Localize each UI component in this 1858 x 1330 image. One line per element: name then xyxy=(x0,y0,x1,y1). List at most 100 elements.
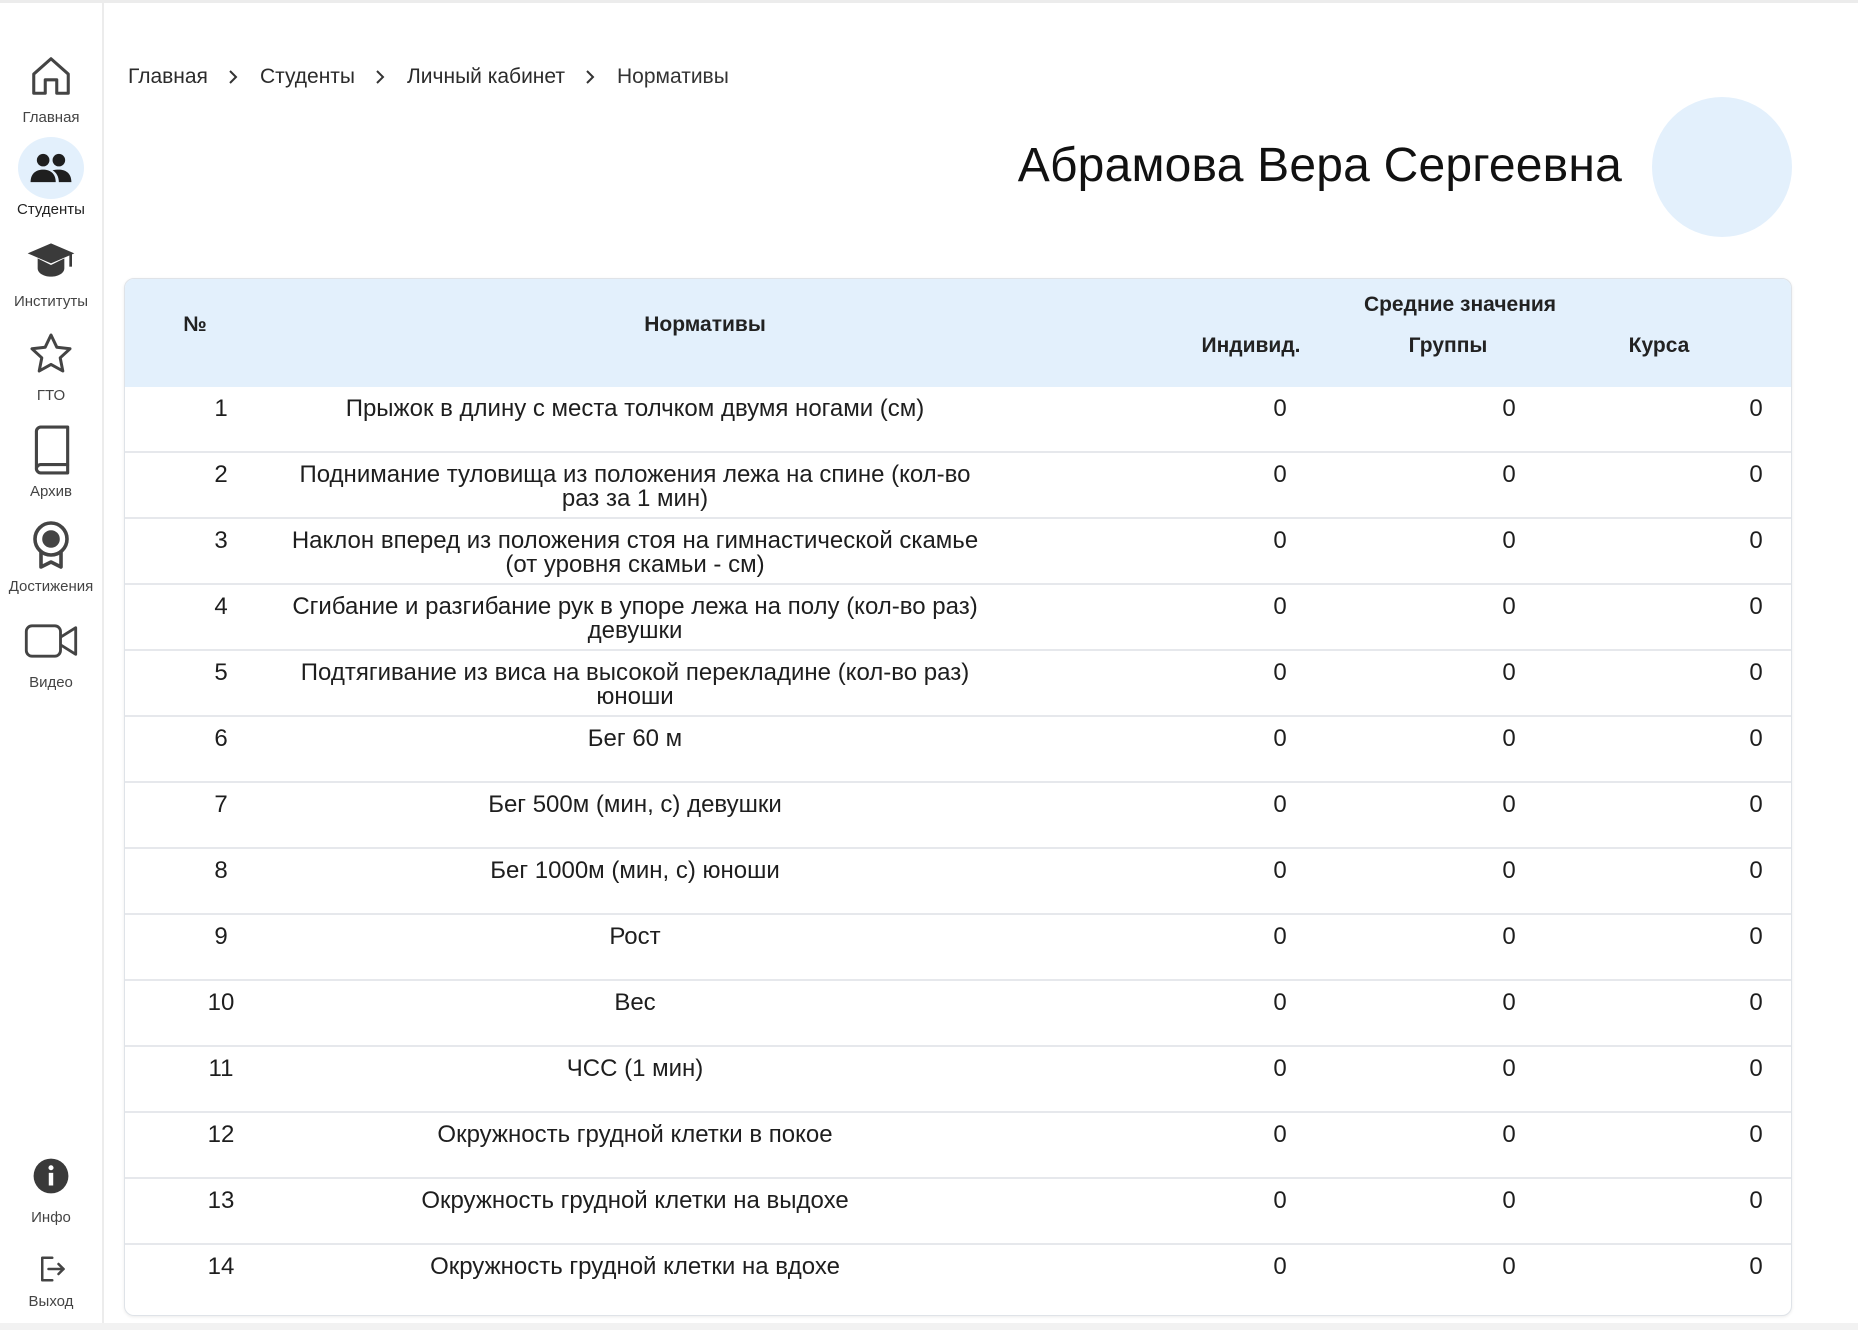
breadcrumb-current: Нормативы xyxy=(617,65,729,88)
cell-norm: Бег 60 м xyxy=(587,725,683,752)
table-row: 13 Окружность грудной клетки на выдохе 0… xyxy=(125,1179,1791,1245)
cell-course: 0 xyxy=(1749,659,1763,686)
cell-group: 0 xyxy=(1502,857,1516,884)
cell-course: 0 xyxy=(1749,1055,1763,1082)
column-header-course: Курса xyxy=(1628,334,1690,357)
cell-group: 0 xyxy=(1502,1055,1516,1082)
cell-num: 6 xyxy=(214,725,228,752)
table-row: 12 Окружность грудной клетки в покое 0 0… xyxy=(125,1113,1791,1179)
page-title: Абрамова Вера Сергеевна xyxy=(1017,139,1622,192)
cell-norm: Сгибание и разгибание рук в упоре лежа н… xyxy=(292,593,978,644)
cell-individual: 0 xyxy=(1273,1121,1287,1148)
cell-group: 0 xyxy=(1502,1253,1516,1280)
breadcrumb-students[interactable]: Студенты xyxy=(260,65,355,89)
cell-norm: Окружность грудной клетки на вдохе xyxy=(430,1253,840,1280)
column-header-averages: Средние значения xyxy=(1363,293,1557,316)
cell-group: 0 xyxy=(1502,593,1516,620)
cell-course: 0 xyxy=(1749,1121,1763,1148)
cell-course: 0 xyxy=(1749,857,1763,884)
cell-num: 2 xyxy=(214,461,228,488)
table-row: 8 Бег 1000м (мин, с) юноши 0 0 0 xyxy=(125,849,1791,915)
sidebar-item-gto[interactable]: ГТО xyxy=(0,323,102,409)
cell-group: 0 xyxy=(1502,989,1516,1016)
cell-course: 0 xyxy=(1749,923,1763,950)
sidebar-item-achievements[interactable]: Достижения xyxy=(0,514,102,600)
table-row: 10 Вес 0 0 0 xyxy=(125,981,1791,1047)
cell-course: 0 xyxy=(1749,1253,1763,1280)
top-strip xyxy=(0,0,1858,3)
cell-norm: Бег 500м (мин, с) девушки xyxy=(488,791,782,818)
info-icon xyxy=(18,1145,84,1207)
cell-course: 0 xyxy=(1749,527,1763,554)
table-row: 5 Подтягивание из виса на высокой перекл… xyxy=(125,651,1791,717)
chevron-right-icon xyxy=(375,70,385,84)
sidebar-item-students[interactable]: Студенты xyxy=(0,137,102,223)
table-row: 4 Сгибание и разгибание рук в упоре лежа… xyxy=(125,585,1791,651)
cell-individual: 0 xyxy=(1273,395,1287,422)
sidebar-item-archive[interactable]: Архив xyxy=(0,419,102,505)
logout-icon xyxy=(18,1247,84,1291)
cell-group: 0 xyxy=(1502,725,1516,752)
cell-individual: 0 xyxy=(1273,593,1287,620)
users-icon xyxy=(18,137,84,199)
sidebar-item-logout[interactable]: Выход xyxy=(0,1247,102,1330)
table-row: 2 Поднимание туловища из положения лежа … xyxy=(125,453,1791,519)
cell-norm: Рост xyxy=(609,923,661,950)
cell-course: 0 xyxy=(1749,1187,1763,1214)
sidebar-item-label: Видео xyxy=(29,674,73,691)
sidebar-item-label: ГТО xyxy=(36,387,66,404)
bottom-strip xyxy=(0,1323,1858,1330)
column-header-norms: Нормативы xyxy=(644,313,766,336)
cell-num: 7 xyxy=(214,791,228,818)
table-row: 3 Наклон вперед из положения стоя на гим… xyxy=(125,519,1791,585)
table-row: 9 Рост 0 0 0 xyxy=(125,915,1791,981)
norms-table: № Нормативы Средние значения Индивид. Гр… xyxy=(124,278,1792,1316)
cell-num: 4 xyxy=(214,593,228,620)
cell-individual: 0 xyxy=(1273,989,1287,1016)
cell-norm: Окружность грудной клетки в покое xyxy=(437,1121,833,1148)
star-icon xyxy=(18,323,84,385)
sidebar-item-label: Инфо xyxy=(31,1209,71,1226)
cell-individual: 0 xyxy=(1273,923,1287,950)
video-camera-icon xyxy=(18,610,84,672)
cell-norm: Наклон вперед из положения стоя на гимна… xyxy=(291,527,979,578)
sidebar-item-institutes[interactable]: Институты xyxy=(0,229,102,315)
cell-num: 11 xyxy=(208,1055,234,1082)
cell-individual: 0 xyxy=(1273,461,1287,488)
breadcrumb-account[interactable]: Личный кабинет xyxy=(407,65,565,89)
cell-group: 0 xyxy=(1502,1121,1516,1148)
cell-num: 9 xyxy=(214,923,228,950)
cell-num: 13 xyxy=(207,1187,235,1214)
cell-norm: Прыжок в длину с места толчком двумя ног… xyxy=(345,395,925,422)
column-header-group: Группы xyxy=(1408,334,1488,357)
table-row: 14 Окружность грудной клетки на вдохе 0 … xyxy=(125,1245,1791,1311)
cell-group: 0 xyxy=(1502,461,1516,488)
cell-individual: 0 xyxy=(1273,1253,1287,1280)
sidebar-item-label: Институты xyxy=(13,293,88,310)
sidebar-item-home[interactable]: Главная xyxy=(0,45,102,131)
chevron-right-icon xyxy=(228,70,238,84)
cell-norm: Вес xyxy=(614,989,656,1016)
sidebar: Главная Студенты Институты ГТО Архив Дос… xyxy=(0,3,104,1323)
table-header: № Нормативы Средние значения Индивид. Гр… xyxy=(125,279,1791,387)
sidebar-item-info[interactable]: Инфо xyxy=(0,1145,102,1231)
cell-group: 0 xyxy=(1502,527,1516,554)
sidebar-item-label: Выход xyxy=(28,1293,74,1310)
table-body: 1 Прыжок в длину с места толчком двумя н… xyxy=(125,387,1791,1311)
table-row: 1 Прыжок в длину с места толчком двумя н… xyxy=(125,387,1791,453)
cell-individual: 0 xyxy=(1273,527,1287,554)
breadcrumb: Главная Студенты Личный кабинет Норматив… xyxy=(128,62,729,92)
cell-individual: 0 xyxy=(1273,1055,1287,1082)
cell-norm: ЧСС (1 мин) xyxy=(566,1055,704,1082)
cell-group: 0 xyxy=(1502,395,1516,422)
sidebar-item-video[interactable]: Видео xyxy=(0,610,102,696)
award-icon xyxy=(18,514,84,576)
cell-course: 0 xyxy=(1749,395,1763,422)
cell-num: 10 xyxy=(207,989,235,1016)
cell-course: 0 xyxy=(1749,989,1763,1016)
cell-num: 14 xyxy=(207,1253,235,1280)
breadcrumb-home[interactable]: Главная xyxy=(128,65,208,89)
cell-individual: 0 xyxy=(1273,791,1287,818)
graduation-cap-icon xyxy=(18,229,84,291)
cell-num: 12 xyxy=(207,1121,235,1148)
